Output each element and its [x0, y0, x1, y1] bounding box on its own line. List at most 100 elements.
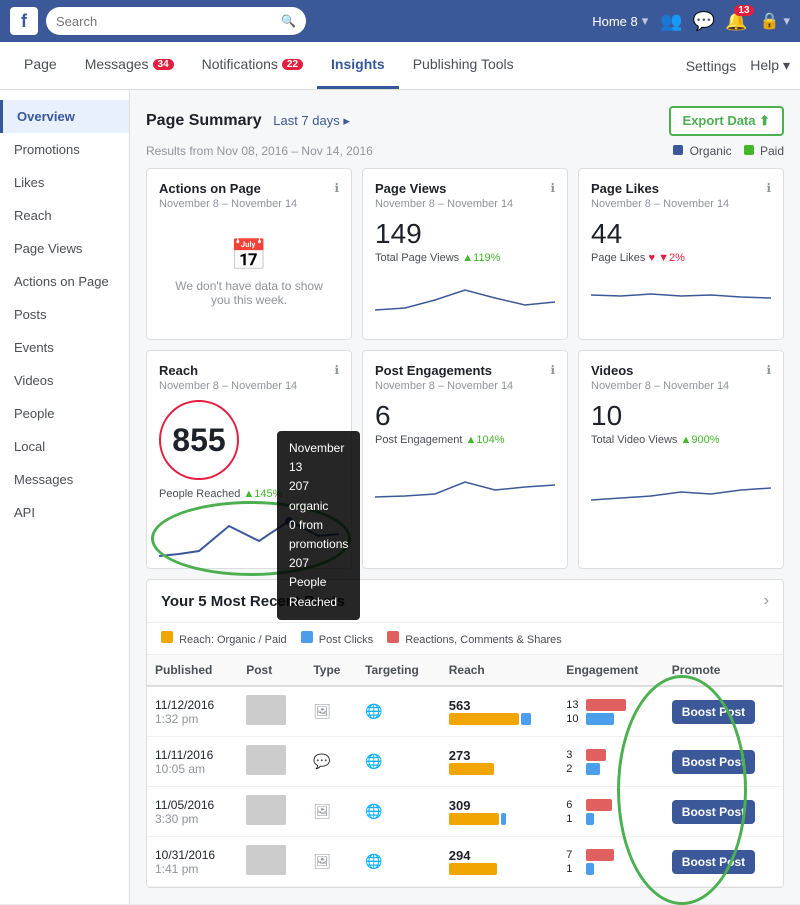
sidebar-item-api[interactable]: API — [0, 496, 129, 529]
row4-time-value: 1:41 pm — [155, 862, 230, 876]
legend-reactions-label: Reactions, Comments & Shares — [405, 634, 562, 646]
messages-icon[interactable]: 💬 — [693, 11, 715, 32]
nav-publishing-tools[interactable]: Publishing Tools — [399, 42, 528, 89]
videos-date: November 8 – November 14 — [591, 380, 771, 392]
posts-legend: Reach: Organic / Paid Post Clicks Reacti… — [147, 623, 783, 655]
notifications-icon[interactable]: 🔔 13 — [725, 11, 747, 32]
sidebar-item-events[interactable]: Events — [0, 331, 129, 364]
nav-insights[interactable]: Insights — [317, 42, 399, 89]
actions-info-icon[interactable]: ℹ — [334, 181, 339, 195]
sidebar-item-reach[interactable]: Reach — [0, 199, 129, 232]
search-input[interactable] — [56, 14, 275, 29]
row4-promote: Boost Post — [664, 837, 783, 887]
page-likes-change-value: ▼2% — [658, 252, 685, 264]
page-views-title: Page Views — [375, 181, 555, 196]
reach-tooltip: November 13 207 organic 0 from promotion… — [277, 431, 360, 620]
nav-icon-group: 👥 💬 🔔 13 — [660, 11, 747, 32]
nav-notifications[interactable]: Notifications 22 — [188, 42, 317, 89]
profile-area[interactable]: 🔒 ▾ — [760, 11, 790, 31]
videos-info-icon[interactable]: ℹ — [766, 363, 771, 377]
col-published: Published — [147, 655, 238, 686]
col-targeting: Targeting — [357, 655, 441, 686]
export-data-button[interactable]: Export Data ⬆ — [669, 106, 784, 136]
nav-right: Settings Help ▾ — [686, 42, 790, 89]
row4-boost-button[interactable]: Boost Post — [672, 850, 755, 874]
engagements-info-icon[interactable]: ℹ — [550, 363, 555, 377]
sidebar-item-people[interactable]: People — [0, 397, 129, 430]
row3-paid-bar — [501, 813, 506, 825]
page-likes-title: Page Likes — [591, 181, 771, 196]
row1-targeting: 🌐 — [357, 686, 441, 737]
row2-reach: 273 — [441, 737, 559, 787]
page-summary-title: Page Summary — [146, 112, 262, 129]
row2-date: 11/11/2016 10:05 am — [147, 737, 238, 787]
sidebar-item-page-views[interactable]: Page Views — [0, 232, 129, 265]
nav-notifications-label: Notifications — [202, 56, 278, 72]
friends-icon[interactable]: 👥 — [660, 11, 682, 32]
legend-paid: Paid — [744, 144, 784, 158]
page-views-info-icon[interactable]: ℹ — [550, 181, 555, 195]
sidebar-item-actions-on-page[interactable]: Actions on Page — [0, 265, 129, 298]
sidebar-item-likes[interactable]: Likes — [0, 166, 129, 199]
row3-boost-button[interactable]: Boost Post — [672, 800, 755, 824]
legend-clicks-dot — [301, 631, 313, 643]
posts-header: Your 5 Most Recent Posts › — [147, 580, 783, 623]
tooltip-line4: 207 People Reached — [289, 554, 348, 612]
legend-reach: Reach: Organic / Paid — [161, 631, 287, 646]
sidebar-item-overview[interactable]: Overview — [0, 100, 129, 133]
nav-page[interactable]: Page — [10, 42, 71, 89]
sidebar-item-posts[interactable]: Posts — [0, 298, 129, 331]
nav-settings[interactable]: Settings — [686, 58, 737, 74]
sidebar-item-videos[interactable]: Videos — [0, 364, 129, 397]
row2-organic-bar — [449, 763, 494, 775]
posts-chevron-right[interactable]: › — [764, 592, 769, 610]
row3-reach-bars — [449, 813, 551, 825]
row3-engagement: 6 1 — [558, 787, 664, 837]
row3-engage-bar-c — [586, 813, 594, 825]
reach-subtitle-text: People Reached — [159, 488, 240, 500]
row4-engage-bar-r — [586, 849, 614, 861]
nav-messages-label: Messages — [85, 56, 149, 72]
videos-subtitle-text: Total Video Views — [591, 434, 677, 446]
notifications-nav-badge: 22 — [282, 59, 303, 70]
row1-boost-button[interactable]: Boost Post — [672, 700, 755, 724]
sidebar: Overview Promotions Likes Reach Page Vie… — [0, 90, 130, 904]
videos-chart — [591, 452, 771, 502]
row3-type: 🖼 — [305, 787, 357, 837]
nav-insights-label: Insights — [331, 56, 385, 72]
fb-logo: f — [10, 7, 38, 35]
row1-eng-r: 13 — [566, 699, 582, 711]
page-likes-info-icon[interactable]: ℹ — [766, 181, 771, 195]
calendar-icon: 📅 — [169, 238, 329, 273]
row1-globe-icon: 🌐 — [365, 703, 382, 719]
page-views-date: November 8 – November 14 — [375, 198, 555, 210]
table-header-row: Published Post Type Targeting Reach Enga… — [147, 655, 783, 686]
nav-help[interactable]: Help ▾ — [750, 57, 790, 74]
sidebar-item-local[interactable]: Local — [0, 430, 129, 463]
row4-type: 🖼 — [305, 837, 357, 887]
home-nav[interactable]: Home 8 ▾ — [592, 13, 648, 29]
sidebar-item-messages[interactable]: Messages — [0, 463, 129, 496]
reach-info-icon[interactable]: ℹ — [334, 363, 339, 377]
legend-group: Organic Paid — [673, 144, 784, 158]
results-text-row: Results from Nov 08, 2016 – Nov 14, 2016… — [146, 144, 784, 158]
actions-date: November 8 – November 14 — [159, 198, 339, 210]
engagements-subtitle-text: Post Engagement — [375, 434, 462, 446]
legend-clicks-label: Post Clicks — [319, 634, 373, 646]
engagements-date: November 8 – November 14 — [375, 380, 555, 392]
col-engagement: Engagement — [558, 655, 664, 686]
search-bar[interactable]: 🔍 — [46, 7, 306, 35]
row2-boost-button[interactable]: Boost Post — [672, 750, 755, 774]
row1-type: 🖼 — [305, 686, 357, 737]
row3-globe-icon: 🌐 — [365, 803, 382, 819]
col-reach: Reach — [441, 655, 559, 686]
row1-paid-bar — [521, 713, 531, 725]
nav-messages[interactable]: Messages 34 — [71, 42, 188, 89]
page-views-value: 149 — [375, 218, 555, 250]
messages-badge: 34 — [153, 59, 174, 70]
reach-title: Reach — [159, 363, 339, 378]
date-range-label[interactable]: Last 7 days ▸ — [273, 113, 350, 128]
legend-organic-dot — [673, 145, 683, 155]
actions-on-page-card: ℹ Actions on Page November 8 – November … — [146, 168, 352, 340]
sidebar-item-promotions[interactable]: Promotions — [0, 133, 129, 166]
